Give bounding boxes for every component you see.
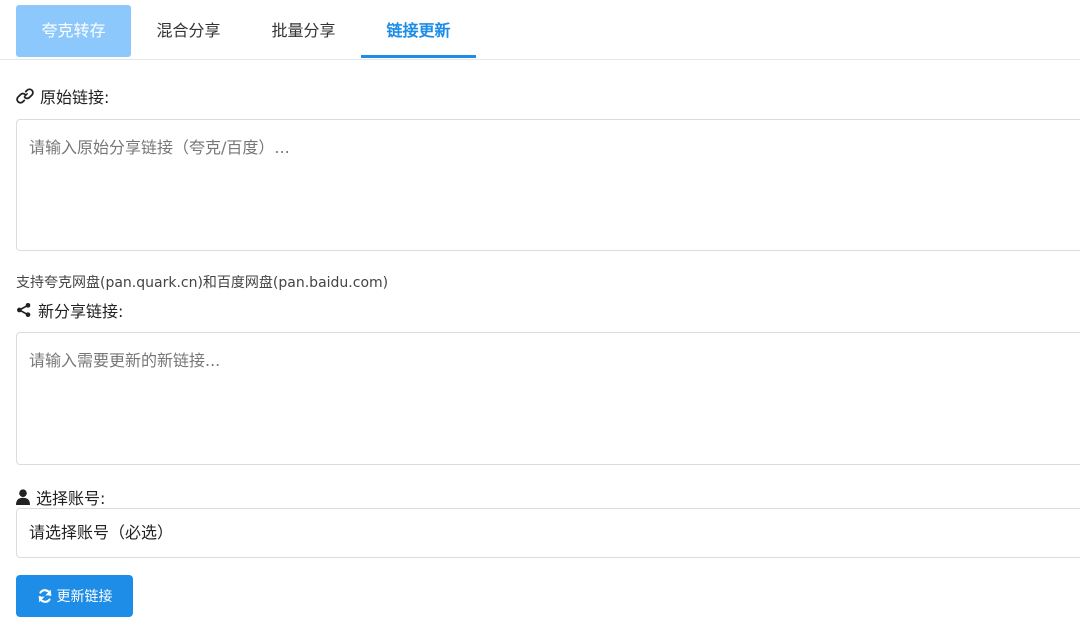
share-icon <box>17 303 31 317</box>
tab-bar: 夸克转存 混合分享 批量分享 链接更新 <box>0 0 1080 60</box>
refresh-icon <box>38 589 51 603</box>
update-link-button[interactable]: 更新链接 <box>16 575 133 617</box>
tab-batch-share[interactable]: 批量分享 <box>246 5 361 57</box>
tab-mixed-share[interactable]: 混合分享 <box>131 5 246 57</box>
account-select[interactable]: 请选择账号（必选） <box>16 508 1080 558</box>
original-link-label: 原始链接: <box>16 84 109 108</box>
supported-platforms-hint: 支持夸克网盘(pan.quark.cn)和百度网盘(pan.baidu.com) <box>16 275 389 291</box>
account-label: 选择账号: <box>16 485 105 509</box>
new-link-label-text: 新分享链接: <box>38 302 124 321</box>
tab-link-update[interactable]: 链接更新 <box>361 5 476 58</box>
link-update-page: 夸克转存 混合分享 批量分享 链接更新 原始链接: 支持夸克网盘(pan.qua… <box>0 0 1080 631</box>
link-icon <box>16 88 34 104</box>
new-link-label: 新分享链接: <box>16 298 123 322</box>
account-select-value: 请选择账号（必选） <box>29 523 174 542</box>
original-link-input[interactable] <box>16 119 1080 251</box>
new-link-input[interactable] <box>16 332 1080 465</box>
original-link-label-text: 原始链接: <box>40 88 110 107</box>
user-icon <box>16 489 30 505</box>
tab-quark-transfer[interactable]: 夸克转存 <box>16 5 131 57</box>
update-link-button-label: 更新链接 <box>56 589 113 605</box>
account-label-text: 选择账号: <box>36 489 106 508</box>
